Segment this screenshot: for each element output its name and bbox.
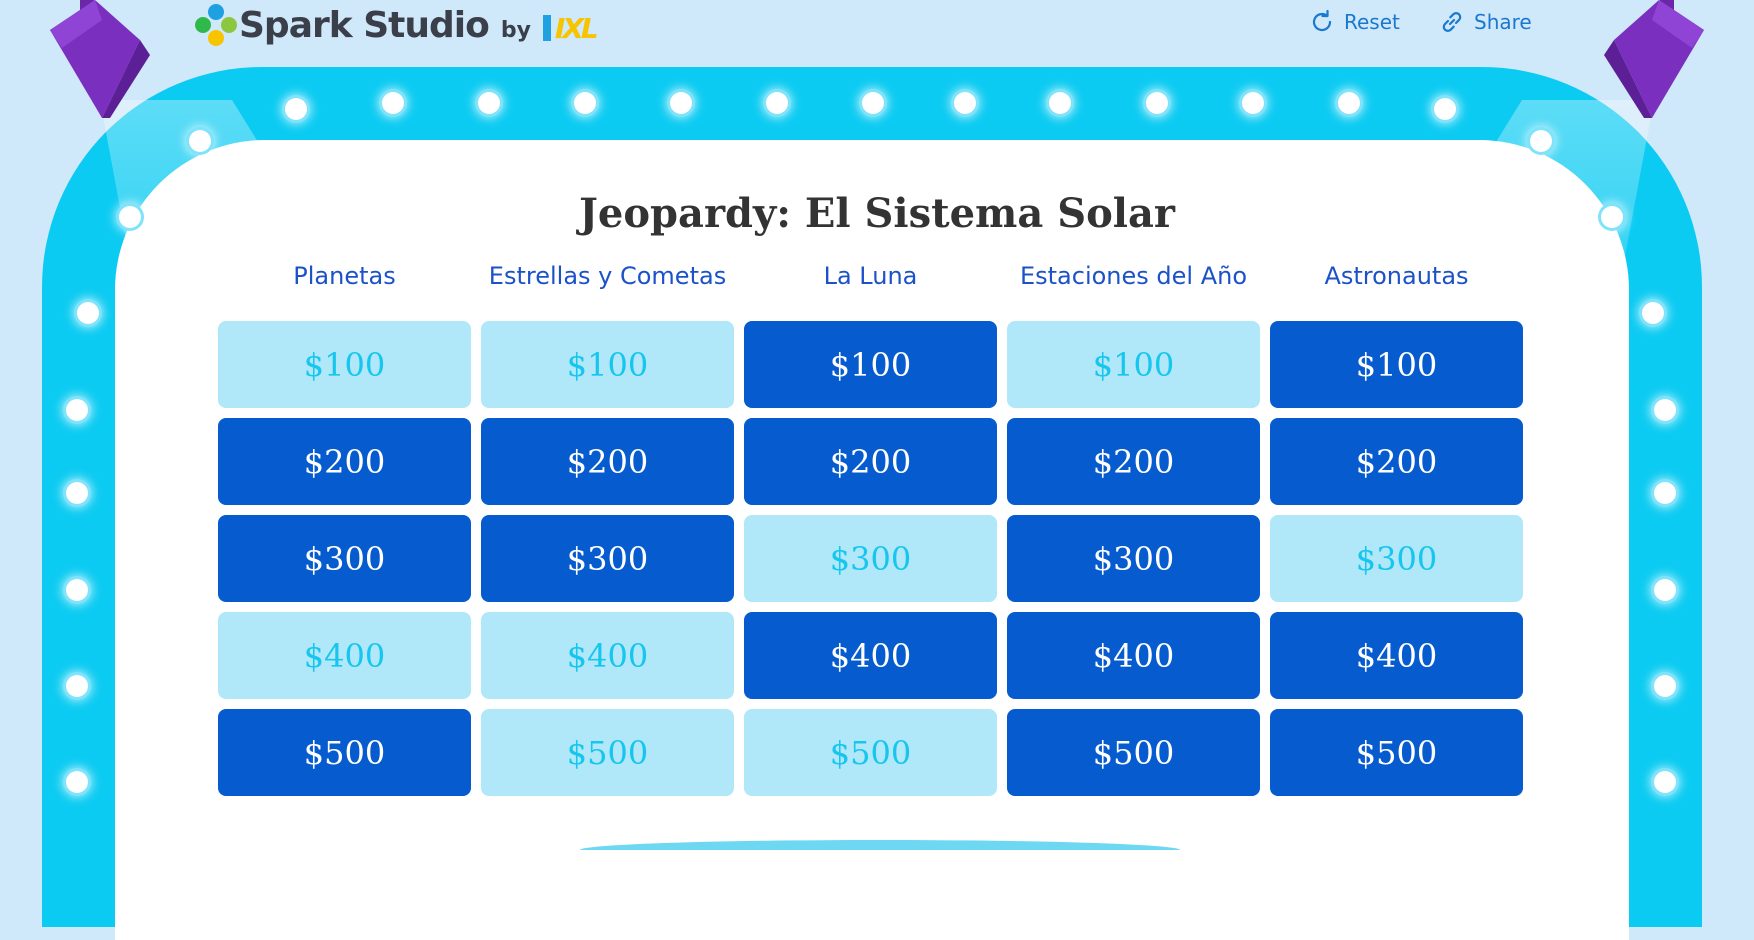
marquee-bulb: [66, 398, 89, 421]
question-tile[interactable]: $300: [218, 515, 471, 602]
reset-label: Reset: [1344, 10, 1400, 34]
question-tile[interactable]: $400: [1007, 612, 1260, 699]
category-headers: Planetas Estrellas y Cometas La Luna Est…: [218, 262, 1524, 290]
marquee-bulb: [670, 91, 693, 114]
spark-studio-logo[interactable]: Spark Studio by IXL: [195, 2, 599, 48]
question-tile[interactable]: $400: [744, 612, 997, 699]
question-tile[interactable]: $100: [218, 321, 471, 408]
marquee-bulb: [477, 91, 500, 114]
question-tile[interactable]: $200: [1007, 418, 1260, 505]
marquee-bulb: [1653, 482, 1676, 505]
top-bar: Spark Studio by IXL Reset Share: [0, 0, 1754, 60]
category-header: Estaciones del Año: [1019, 262, 1248, 290]
question-tile[interactable]: $500: [1270, 709, 1523, 796]
brand-by: by: [500, 17, 531, 43]
question-tile[interactable]: $300: [481, 515, 734, 602]
marquee-bulb: [66, 674, 89, 697]
category-header: Astronautas: [1324, 262, 1469, 290]
marquee-bulb: [1434, 97, 1457, 120]
question-tile[interactable]: $300: [1270, 515, 1523, 602]
question-grid: $100 $100 $100 $100 $100 $200 $200 $200 $200 $200…: [218, 321, 1524, 796]
brand-name: Spark Studio: [239, 4, 490, 46]
marquee-bulb: [861, 91, 884, 114]
question-tile[interactable]: $300: [1007, 515, 1260, 602]
question-tile[interactable]: $500: [1007, 709, 1260, 796]
marquee-bulb: [1653, 771, 1676, 794]
category-header: La Luna: [823, 262, 918, 290]
ixl-logo: IXL: [542, 12, 599, 45]
question-tile[interactable]: $400: [218, 612, 471, 699]
question-tile[interactable]: $400: [481, 612, 734, 699]
marquee-bulb: [381, 91, 404, 114]
question-tile[interactable]: $100: [1270, 321, 1523, 408]
marquee-bulb: [1241, 91, 1264, 114]
marquee-bulb: [285, 97, 308, 120]
question-tile[interactable]: $200: [481, 418, 734, 505]
question-tile[interactable]: $300: [744, 515, 997, 602]
question-tile[interactable]: $200: [744, 418, 997, 505]
question-tile[interactable]: $200: [218, 418, 471, 505]
question-tile[interactable]: $100: [1007, 321, 1260, 408]
category-header: Estrellas y Cometas: [488, 262, 727, 290]
question-tile[interactable]: $100: [481, 321, 734, 408]
refresh-icon: [1312, 9, 1332, 32]
marquee-bulb: [1653, 674, 1676, 697]
marquee-bulb: [1653, 578, 1676, 601]
share-label: Share: [1474, 10, 1532, 34]
share-button[interactable]: Share: [1438, 8, 1532, 36]
question-tile[interactable]: $500: [744, 709, 997, 796]
question-tile[interactable]: $400: [1270, 612, 1523, 699]
marquee-bulb: [1653, 398, 1676, 421]
marquee-bulb: [1338, 91, 1361, 114]
flower-logo-icon: [195, 4, 237, 46]
question-tile[interactable]: $500: [218, 709, 471, 796]
reset-button[interactable]: Reset: [1308, 8, 1400, 36]
question-tile[interactable]: $200: [1270, 418, 1523, 505]
marquee-bulb: [1145, 91, 1168, 114]
link-icon: [1442, 12, 1462, 32]
game-title: Jeopardy: El Sistema Solar: [579, 190, 1175, 237]
marquee-bulb: [574, 91, 597, 114]
question-tile[interactable]: $100: [744, 321, 997, 408]
category-header: Planetas: [293, 262, 396, 290]
question-tile[interactable]: $500: [481, 709, 734, 796]
marquee-bulb: [66, 578, 89, 601]
